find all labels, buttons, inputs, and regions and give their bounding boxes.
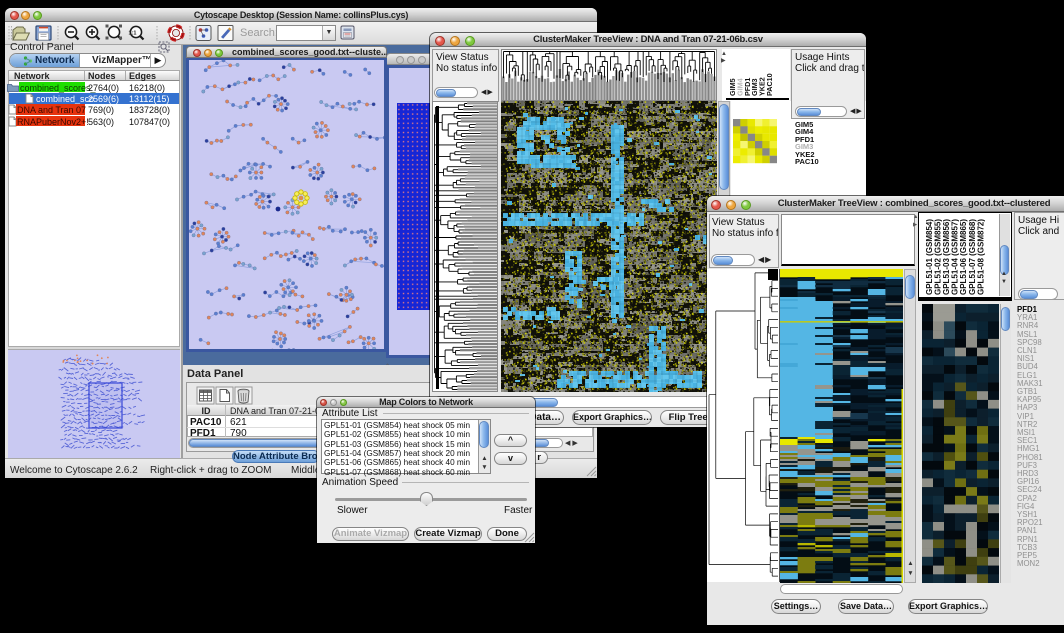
svg-text:GPL51-08 (GSM872): GPL51-08 (GSM872) bbox=[976, 219, 985, 295]
svg-text:PAC10: PAC10 bbox=[765, 73, 774, 96]
svg-text:1:1: 1:1 bbox=[129, 31, 137, 37]
